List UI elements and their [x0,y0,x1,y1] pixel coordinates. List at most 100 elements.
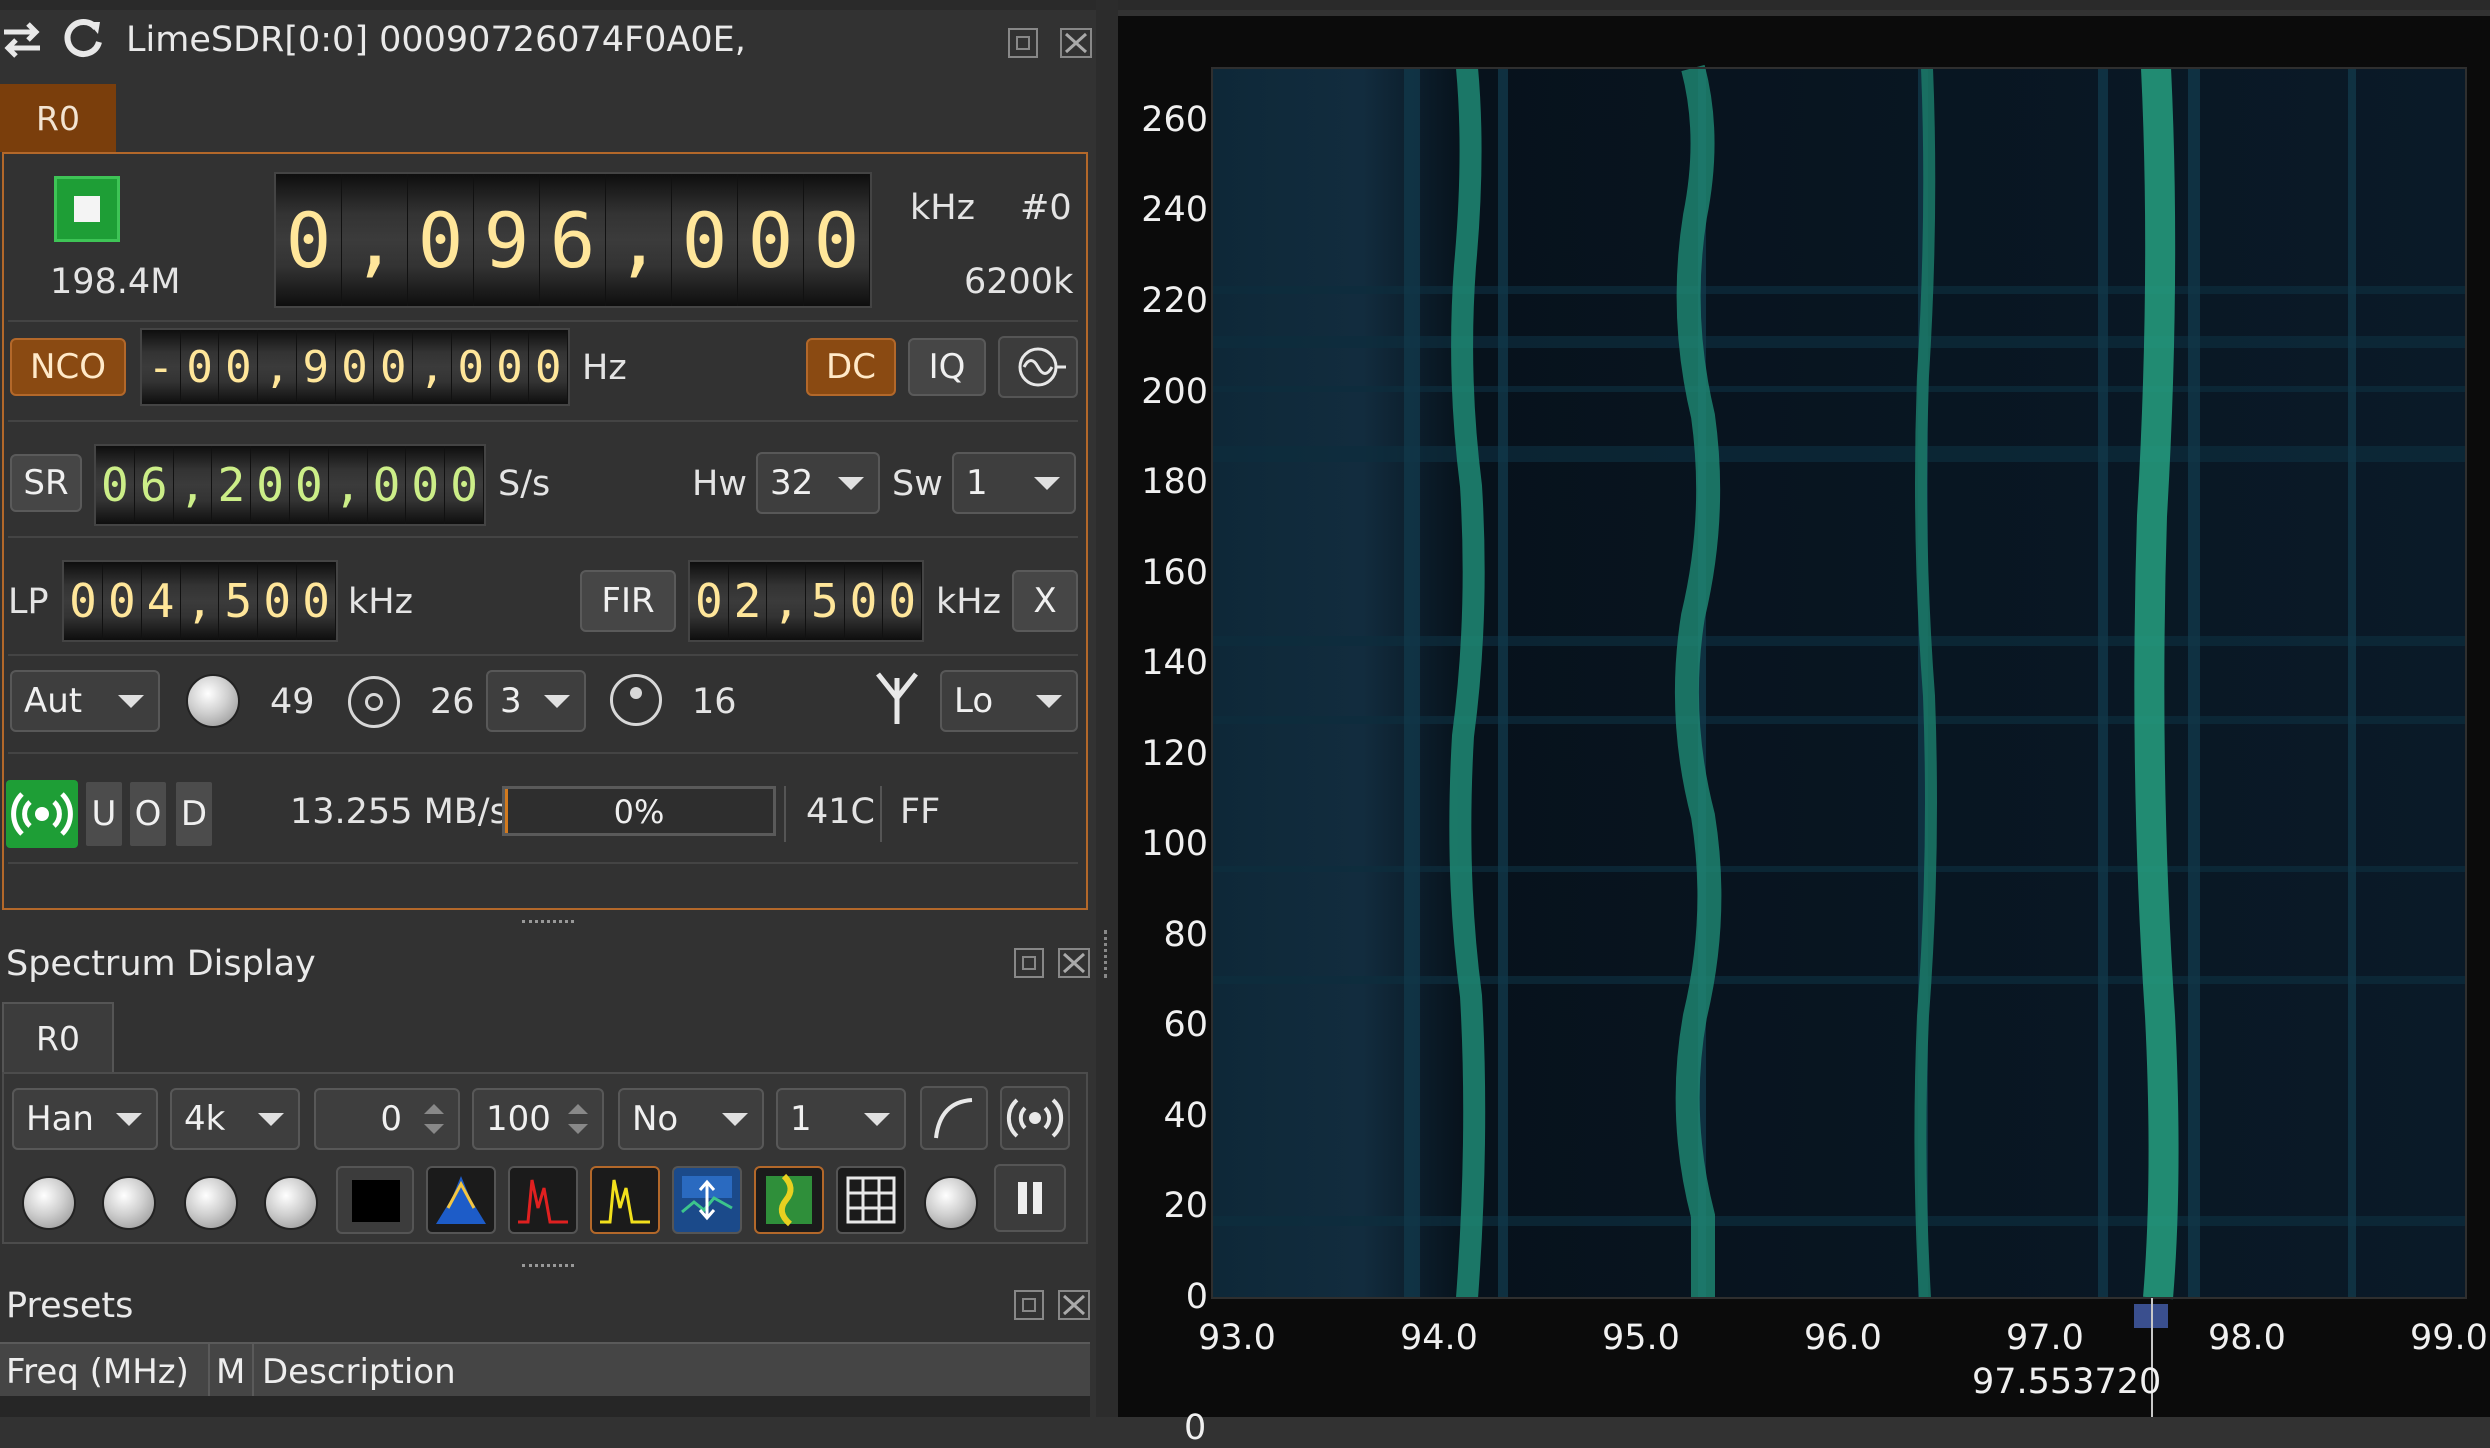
divider [880,786,882,842]
gpio-readout: FF [900,792,941,832]
y-axis-tick: 40 [1163,1096,1208,1136]
sample-rate-mode-button[interactable]: SR [10,454,82,512]
lna-gain-icon[interactable] [348,676,400,728]
float-icon[interactable] [1008,28,1038,58]
y-axis-tick: 120 [1141,734,1208,774]
swap-icon[interactable] [0,18,44,62]
stroke-knob[interactable] [184,1176,238,1230]
fft-window-select[interactable]: Han [12,1088,158,1150]
close-icon[interactable] [1058,1290,1090,1320]
presets-panel-title: Presets [6,1286,134,1326]
center-frequency-dial[interactable]: 0 , 0 9 6 , 0 0 0 [274,172,872,308]
float-icon[interactable] [1014,948,1044,978]
x-axis-tick: 93.0 [1198,1318,1276,1358]
start-stop-button[interactable] [54,176,120,242]
tab-r0[interactable]: R0 [0,84,116,152]
gain-mode-value: Aut [24,681,83,721]
waterfall-spectrum-swap-icon[interactable] [672,1166,742,1234]
gain-mode-select[interactable]: Aut [10,670,160,732]
gain-knob[interactable] [186,674,240,728]
nco-unit: Hz [582,348,627,388]
hw-decimation-value: 32 [770,463,814,503]
current-spectrum-icon[interactable] [590,1166,660,1234]
x-axis-tick: 94.0 [1400,1318,1478,1358]
linear-scale-icon[interactable] [920,1086,988,1150]
lowpass-dial[interactable]: 0 0 4 , 5 0 0 [62,560,338,642]
trace-intensity-knob[interactable] [264,1176,318,1230]
tia-gain-select[interactable]: 3 [486,670,586,732]
reload-icon[interactable] [60,16,106,62]
column-header-description[interactable]: Description [262,1352,456,1392]
y-axis-tick: 180 [1141,462,1208,502]
iq-correction-button[interactable]: IQ [908,338,986,396]
sample-rate-unit: S/s [498,464,551,504]
spectrum-panel-title: Spectrum Display [6,944,316,984]
column-header-mode[interactable]: M [216,1352,245,1392]
freeze-icon[interactable] [994,1164,1066,1232]
nco-frequency-dial[interactable]: - 0 0 , 9 0 0 , 0 0 0 [140,328,570,406]
reference-level-spinbox[interactable]: 0 [314,1088,460,1150]
fir-toggle-button[interactable]: FIR [580,570,676,632]
spectrum-tab-r0[interactable]: R0 [2,1002,114,1072]
fft-size-select[interactable]: 4k [170,1088,300,1150]
waterfall-icon[interactable] [754,1166,824,1234]
splitter-handle[interactable] [522,920,574,929]
splitter-handle[interactable] [522,1264,574,1273]
decay-knob[interactable] [22,1176,76,1230]
device-set-index: #0 [1020,188,1072,228]
close-icon[interactable] [1058,948,1090,978]
fifo-percent: 0% [613,793,665,831]
nco-toggle-button[interactable]: NCO [10,338,126,396]
bandwidth-readout: 6200k [964,262,1074,302]
chevron-down-icon [258,1113,284,1126]
decay-divisor-knob[interactable] [102,1176,156,1230]
fft-window-value: Han [26,1099,94,1139]
float-icon[interactable] [1014,1290,1044,1320]
waterfall-view[interactable]: 260 240 220 200 180 160 140 120 100 80 6… [1118,16,2490,1448]
clear-spectrum-icon[interactable] [336,1166,414,1234]
averaging-count-value: 1 [790,1099,812,1139]
spin-arrows-icon[interactable] [416,1096,452,1142]
x-axis-tick: 95.0 [1602,1318,1680,1358]
sw-decimation-select[interactable]: 1 [952,452,1076,514]
fir-x-button[interactable]: X [1012,570,1078,632]
grid-icon[interactable] [836,1166,906,1234]
top-edge [0,0,2490,10]
histogram-icon[interactable] [426,1166,496,1234]
antenna-value: Lo [954,681,994,721]
y-axis-tick: 100 [1141,824,1208,864]
divider [8,536,1078,538]
pane-splitter[interactable] [1096,0,1118,1417]
column-header-freq[interactable]: Freq (MHz) [6,1352,189,1392]
averaging-count-select[interactable]: 1 [776,1088,906,1150]
center-frequency-unit: kHz [910,188,975,228]
range-spinbox[interactable]: 100 [472,1088,604,1150]
spectrum-server-icon[interactable] [1000,1086,1070,1150]
averaging-mode-select[interactable]: No [618,1088,764,1150]
underflow-indicator: U [86,782,122,846]
y-axis-tick: 160 [1141,553,1208,593]
y-axis-tick: 0 [1185,1277,1208,1317]
divider [8,862,1078,864]
waterfall-canvas [1211,64,2467,1417]
divider [8,752,1078,754]
pga-gain-icon[interactable] [610,674,662,726]
spin-arrows-icon[interactable] [560,1096,596,1142]
antenna-select[interactable]: Lo [940,670,1078,732]
grid-intensity-knob[interactable] [924,1176,978,1230]
stream-rate: 13.255 MB/s [290,792,508,832]
y-axis-tick: 60 [1163,1005,1208,1045]
sample-rate-dial[interactable]: 0 6 , 2 0 0 , 0 0 0 [94,444,486,526]
chevron-down-icon [544,695,570,708]
dc-correction-button[interactable]: DC [806,338,896,396]
x-axis-tick: 98.0 [2208,1318,2286,1358]
close-icon[interactable] [1060,28,1092,58]
tx-signal-icon[interactable] [998,336,1078,398]
averaging-mode-value: No [632,1099,679,1139]
fir-bandwidth-dial[interactable]: 0 2 , 5 0 0 [688,560,924,642]
tia-gain-value: 3 [500,681,522,721]
hw-decimation-select[interactable]: 32 [756,452,880,514]
max-hold-icon[interactable] [508,1166,578,1234]
pga-gain-value: 16 [692,682,737,722]
divider [8,420,1078,422]
